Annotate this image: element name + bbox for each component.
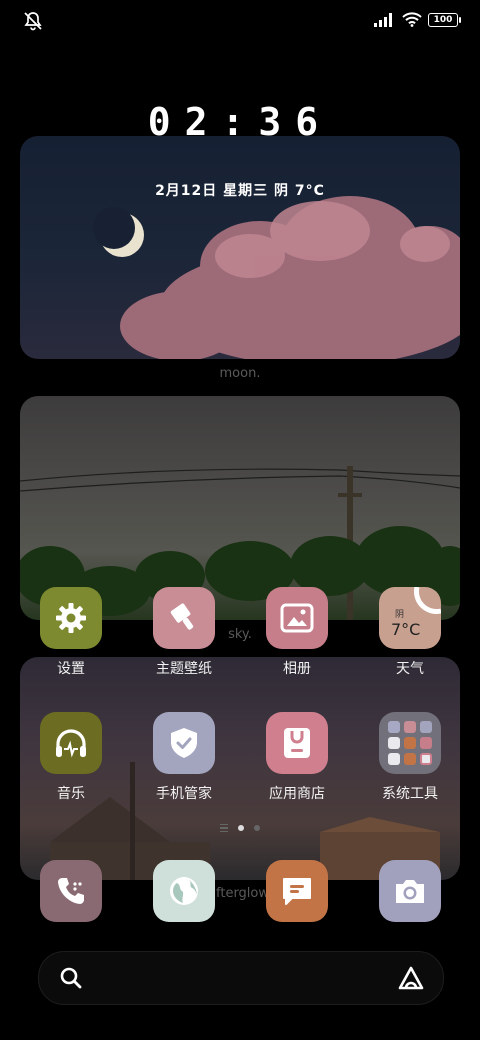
moon-widget[interactable] [20, 136, 460, 359]
app-settings[interactable]: 设置 [21, 587, 121, 678]
page-indicator[interactable] [0, 824, 480, 832]
messages-icon [266, 860, 328, 922]
brush-icon [153, 587, 215, 649]
mute-icon [22, 10, 44, 32]
moon-wallpaper-image [93, 196, 460, 359]
folder-system-tools[interactable]: 系统工具 [360, 712, 460, 803]
battery-indicator: 100 [428, 12, 461, 27]
app-list-icon[interactable] [220, 824, 228, 832]
weather-condition-text: 阴 [395, 610, 405, 620]
dock-browser[interactable] [134, 860, 234, 922]
assistant-icon[interactable] [397, 965, 425, 991]
gear-icon [40, 587, 102, 649]
shield-check-icon [153, 712, 215, 774]
app-label: 系统工具 [382, 786, 438, 802]
browser-globe-icon [153, 860, 215, 922]
headphones-icon [40, 712, 102, 774]
app-label: 相册 [283, 661, 311, 677]
app-weather[interactable]: 阴 7°C 天气 [360, 587, 460, 678]
signal-bars-icon [374, 12, 392, 27]
status-icons: 100 [374, 12, 461, 27]
app-label: 手机管家 [156, 786, 212, 802]
wifi-icon [402, 12, 422, 27]
app-label: 天气 [396, 661, 424, 677]
page-dot-active[interactable] [238, 825, 244, 831]
store-bag-icon [266, 712, 328, 774]
app-label: 设置 [57, 661, 85, 677]
app-themes[interactable]: 主题壁纸 [134, 587, 234, 678]
camera-icon [379, 860, 441, 922]
app-phone-manager[interactable]: 手机管家 [134, 712, 234, 803]
dock-camera[interactable] [360, 860, 460, 922]
app-gallery[interactable]: 相册 [247, 587, 347, 678]
dock-messages[interactable] [247, 860, 347, 922]
app-label: 应用商店 [269, 786, 325, 802]
gallery-icon [266, 587, 328, 649]
app-music[interactable]: 音乐 [21, 712, 121, 803]
phone-icon [40, 860, 102, 922]
dock-phone[interactable] [21, 860, 121, 922]
weather-icon: 阴 7°C [379, 587, 441, 649]
app-store[interactable]: 应用商店 [247, 712, 347, 803]
search-bar[interactable] [38, 951, 444, 1005]
app-label: 音乐 [57, 786, 85, 802]
search-icon[interactable] [59, 966, 83, 990]
app-label: 主题壁纸 [156, 661, 212, 677]
weather-temp-text: 7°C [391, 620, 421, 639]
date-weather-text: 2月12日 星期三 阴 7°C [155, 183, 325, 199]
widget-caption-moon: moon. [219, 366, 261, 381]
folder-icon [379, 712, 441, 774]
page-dot[interactable] [254, 825, 260, 831]
